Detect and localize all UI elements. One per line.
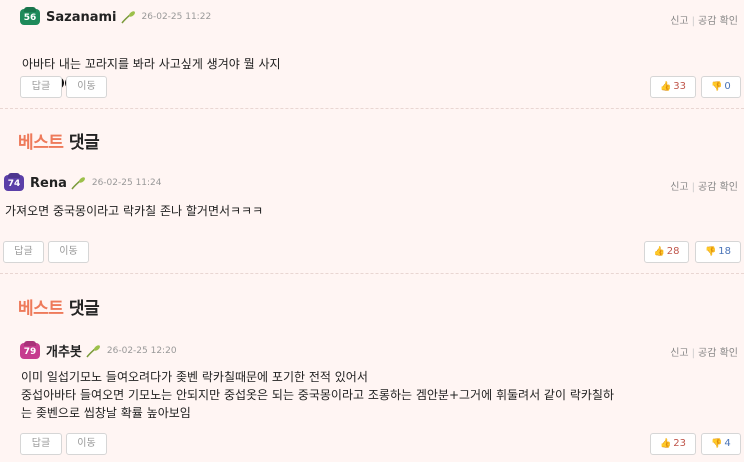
timestamp: 26-02-25 11:22 xyxy=(141,12,212,22)
timestamp: 26-02-25 12:20 xyxy=(106,345,177,356)
check-likes-link[interactable]: 공감 확인 xyxy=(698,16,738,27)
sprout-icon xyxy=(71,177,85,190)
move-button[interactable]: 이동 xyxy=(48,241,89,263)
comment-actions: 신고 | 공감 확인 xyxy=(670,16,738,27)
downvote-button[interactable]: 👎 0 xyxy=(701,76,741,98)
best-heading-part1: 베스트 xyxy=(18,133,64,153)
downvote-count: 0 xyxy=(724,81,731,92)
nickname[interactable]: Sazanami xyxy=(46,10,117,25)
downvote-count: 4 xyxy=(724,438,731,449)
divider xyxy=(0,108,744,109)
best-comment-heading: 베스트 댓글 xyxy=(18,128,100,153)
check-likes-link[interactable]: 공감 확인 xyxy=(698,182,738,193)
thumbs-up-icon: 👍 xyxy=(653,247,665,257)
nickname[interactable]: Rena xyxy=(30,176,67,191)
report-link[interactable]: 신고 xyxy=(670,182,688,193)
level-badge-icon: 56 xyxy=(20,7,40,25)
comment-text-content: 아바타 내는 꼬라지를 봐라 사고싶게 생겨야 뭘 사지 xyxy=(22,57,281,71)
thumbs-up-icon: 👍 xyxy=(660,82,672,92)
nickname[interactable]: 개추봇 xyxy=(46,341,82,360)
check-likes-link[interactable]: 공감 확인 xyxy=(698,348,738,359)
thumbs-up-icon: 👍 xyxy=(660,439,672,449)
downvote-button[interactable]: 👎 18 xyxy=(695,241,741,263)
timestamp: 26-02-25 11:24 xyxy=(91,178,162,188)
reply-button[interactable]: 답글 xyxy=(3,241,44,263)
comment-actions: 신고 | 공감 확인 xyxy=(670,182,738,193)
divider xyxy=(0,273,744,274)
report-link[interactable]: 신고 xyxy=(670,348,688,359)
level-badge-icon: 74 xyxy=(4,173,24,191)
comment-header: 56 Sazanami 26-02-25 11:22 xyxy=(20,7,212,25)
comment-header: 79 개추봇 26-02-25 12:20 xyxy=(20,340,177,360)
best-heading-part1: 베스트 xyxy=(18,299,64,319)
downvote-count: 18 xyxy=(718,246,731,257)
upvote-count: 33 xyxy=(673,81,686,92)
thumbs-down-icon: 👎 xyxy=(711,82,723,92)
upvote-button[interactable]: 👍 23 xyxy=(650,433,696,455)
reply-button[interactable]: 답글 xyxy=(20,76,62,98)
best-heading-part2: 댓글 xyxy=(68,133,100,153)
report-link[interactable]: 신고 xyxy=(670,16,688,27)
comment-text: 가져오면 중국몽이라고 락카칠 존나 할거면서ㅋㅋㅋ xyxy=(5,204,264,218)
comment-actions: 신고 | 공감 확인 xyxy=(670,348,738,359)
move-button[interactable]: 이동 xyxy=(66,433,107,455)
thumbs-down-icon: 👎 xyxy=(705,247,717,257)
best-comment-heading: 베스트 댓글 xyxy=(18,294,100,319)
level-badge-icon: 79 xyxy=(20,340,40,359)
upvote-count: 23 xyxy=(673,438,686,449)
sprout-icon xyxy=(120,11,135,24)
upvote-count: 28 xyxy=(666,246,680,257)
upvote-button[interactable]: 👍 33 xyxy=(650,76,696,98)
upvote-button[interactable]: 👍 28 xyxy=(644,241,689,263)
comment-text: 이미 일섭기모노 들여오려다가 좆벤 락카칠때문에 포기한 전적 있어서 중섭아… xyxy=(21,370,614,420)
reply-button[interactable]: 답글 xyxy=(20,433,62,455)
sprout-icon xyxy=(86,344,100,357)
comment-header: 74 Rena 26-02-25 11:24 xyxy=(4,173,162,191)
best-heading-part2: 댓글 xyxy=(68,299,100,319)
downvote-button[interactable]: 👎 4 xyxy=(701,433,741,455)
thumbs-down-icon: 👎 xyxy=(711,439,723,449)
move-button[interactable]: 이동 xyxy=(66,76,107,98)
